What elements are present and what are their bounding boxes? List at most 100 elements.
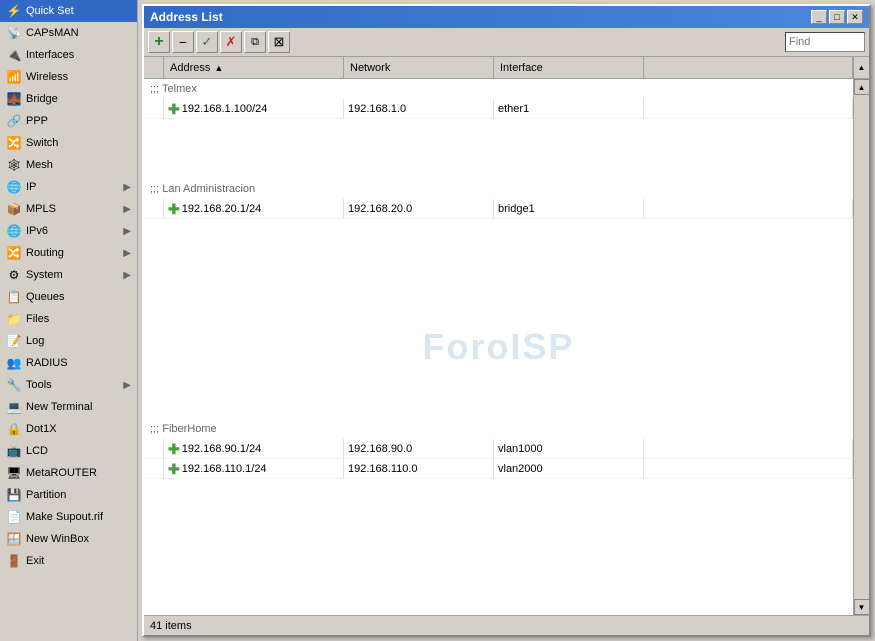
sidebar-item-routing[interactable]: 🔀 Routing ▶ xyxy=(0,242,137,264)
add-icon: + xyxy=(154,33,163,51)
sidebar-item-wireless[interactable]: 📶 Wireless xyxy=(0,66,137,88)
vertical-scrollbar[interactable]: ▲ ▼ xyxy=(853,79,869,615)
sidebar-item-mpls[interactable]: 📦 MPLS ▶ xyxy=(0,198,137,220)
sidebar-item-label: Make Supout.rif xyxy=(26,511,103,523)
sidebar-item-make-supout[interactable]: 📄 Make Supout.rif xyxy=(0,506,137,528)
table-container: ForoISP ;;; Telmex ✚ 192.168.1.100/24 19… xyxy=(144,79,869,615)
interface-column-header[interactable]: Interface xyxy=(494,57,644,78)
sidebar-item-dot1x[interactable]: 🔒 Dot1X xyxy=(0,418,137,440)
supout-icon: 📄 xyxy=(6,509,22,525)
exit-icon: 🚪 xyxy=(6,553,22,569)
address-cell: ✚ 192.168.110.1/24 xyxy=(164,459,344,478)
radius-icon: 👥 xyxy=(6,355,22,371)
sidebar-item-ppp[interactable]: 🔗 PPP xyxy=(0,110,137,132)
table-row[interactable]: ✚ 192.168.20.1/24 192.168.20.0 bridge1 xyxy=(144,199,853,219)
empty-row xyxy=(144,479,853,499)
sidebar-item-ipv6[interactable]: 🌐 IPv6 ▶ xyxy=(0,220,137,242)
sidebar-item-label: Wireless xyxy=(26,71,68,83)
sidebar-item-label: LCD xyxy=(26,445,48,457)
sidebar-item-new-winbox[interactable]: 🪟 New WinBox xyxy=(0,528,137,550)
scroll-up-button[interactable]: ▲ xyxy=(854,79,870,95)
sidebar-item-label: Interfaces xyxy=(26,49,74,61)
empty-row xyxy=(144,299,853,319)
check-col-header xyxy=(144,57,164,78)
maximize-button[interactable]: □ xyxy=(829,10,845,24)
sidebar-item-bridge[interactable]: 🌉 Bridge xyxy=(0,88,137,110)
network-cell: 192.168.1.0 xyxy=(344,99,494,118)
sidebar-item-label: RADIUS xyxy=(26,357,68,369)
empty-row xyxy=(144,359,853,379)
network-cell: 192.168.110.0 xyxy=(344,459,494,478)
terminal-icon: 💻 xyxy=(6,399,22,415)
scroll-top-button[interactable]: ▲ xyxy=(853,57,869,79)
remove-button[interactable]: − xyxy=(172,31,194,53)
arrow-icon: ▶ xyxy=(123,204,131,215)
sidebar-item-tools[interactable]: 🔧 Tools ▶ xyxy=(0,374,137,396)
mesh-icon: 🕸 xyxy=(6,157,22,173)
extra-cell xyxy=(644,439,853,458)
copy-icon: ⧉ xyxy=(251,36,259,49)
sidebar-item-label: Mesh xyxy=(26,159,53,171)
sidebar-item-radius[interactable]: 👥 RADIUS xyxy=(0,352,137,374)
sidebar-item-quick-set[interactable]: ⚡ Quick Set xyxy=(0,0,137,22)
enable-button[interactable]: ✓ xyxy=(196,31,218,53)
sidebar-item-label: PPP xyxy=(26,115,48,127)
sidebar-item-system[interactable]: ⚙ System ▶ xyxy=(0,264,137,286)
sidebar: ⚡ Quick Set 📡 CAPsMAN 🔌 Interfaces 📶 Wir… xyxy=(0,0,138,641)
wireless-icon: 📶 xyxy=(6,69,22,85)
status-bar: 41 items xyxy=(144,615,869,635)
table-row[interactable]: ✚ 192.168.90.1/24 192.168.90.0 vlan1000 xyxy=(144,439,853,459)
row-status-icon: ✚ xyxy=(168,202,180,216)
network-column-header[interactable]: Network xyxy=(344,57,494,78)
sidebar-item-switch[interactable]: 🔀 Switch xyxy=(0,132,137,154)
sidebar-item-capsman[interactable]: 📡 CAPsMAN xyxy=(0,22,137,44)
sidebar-item-partition[interactable]: 💾 Partition xyxy=(0,484,137,506)
sidebar-item-queues[interactable]: 📋 Queues xyxy=(0,286,137,308)
filter-button[interactable]: ⊠ xyxy=(268,31,290,53)
sidebar-item-label: MetaROUTER xyxy=(26,467,97,479)
interface-cell: vlan2000 xyxy=(494,459,644,478)
sidebar-item-metarouter[interactable]: 🖥 MetaROUTER xyxy=(0,462,137,484)
add-button[interactable]: + xyxy=(148,31,170,53)
find-input[interactable] xyxy=(785,32,865,52)
extra-cell xyxy=(644,199,853,218)
sidebar-item-mesh[interactable]: 🕸 Mesh xyxy=(0,154,137,176)
copy-button[interactable]: ⧉ xyxy=(244,31,266,53)
close-button[interactable]: ✕ xyxy=(847,10,863,24)
sidebar-item-exit[interactable]: 🚪 Exit xyxy=(0,550,137,572)
sidebar-item-label: Files xyxy=(26,313,49,325)
table-row[interactable]: ✚ 192.168.1.100/24 192.168.1.0 ether1 xyxy=(144,99,853,119)
address-cell: ✚ 192.168.1.100/24 xyxy=(164,99,344,118)
address-cell: ✚ 192.168.90.1/24 xyxy=(164,439,344,458)
empty-row xyxy=(144,279,853,299)
address-list-window: Address List _ □ ✕ + − ✓ ✗ ⧉ xyxy=(142,4,871,637)
sidebar-item-log[interactable]: 📝 Log xyxy=(0,330,137,352)
sidebar-item-files[interactable]: 📁 Files xyxy=(0,308,137,330)
titlebar-buttons: _ □ ✕ xyxy=(811,10,863,24)
system-icon: ⚙ xyxy=(6,267,22,283)
sidebar-item-new-terminal[interactable]: 💻 New Terminal xyxy=(0,396,137,418)
address-column-header[interactable]: Address ▲ xyxy=(164,57,344,78)
routing-icon: 🔀 xyxy=(6,245,22,261)
column-headers: Address ▲ Network Interface xyxy=(144,57,853,79)
partition-icon: 💾 xyxy=(6,487,22,503)
minimize-button[interactable]: _ xyxy=(811,10,827,24)
files-icon: 📁 xyxy=(6,311,22,327)
sidebar-item-label: System xyxy=(26,269,63,281)
remove-icon: − xyxy=(179,34,187,50)
row-checkbox xyxy=(144,459,164,478)
disable-button[interactable]: ✗ xyxy=(220,31,242,53)
sidebar-item-ip[interactable]: 🌐 IP ▶ xyxy=(0,176,137,198)
sidebar-item-interfaces[interactable]: 🔌 Interfaces xyxy=(0,44,137,66)
section-header-telmex: ;;; Telmex xyxy=(144,79,853,99)
extra-cell xyxy=(644,99,853,118)
arrow-icon: ▶ xyxy=(123,226,131,237)
table-row[interactable]: ✚ 192.168.110.1/24 192.168.110.0 vlan200… xyxy=(144,459,853,479)
sort-arrow: ▲ xyxy=(214,63,223,73)
dot1x-icon: 🔒 xyxy=(6,421,22,437)
arrow-icon: ▶ xyxy=(123,182,131,193)
row-status-icon: ✚ xyxy=(168,462,180,476)
sidebar-item-lcd[interactable]: 📺 LCD xyxy=(0,440,137,462)
sidebar-item-label: Dot1X xyxy=(26,423,57,435)
scroll-down-button[interactable]: ▼ xyxy=(854,599,870,615)
